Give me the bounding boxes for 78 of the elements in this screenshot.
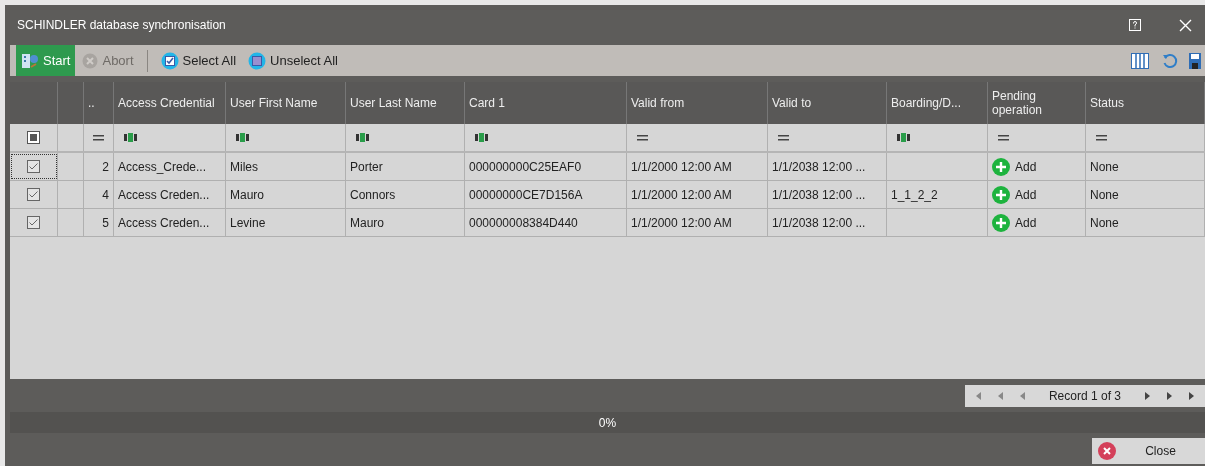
text-filter-icon bbox=[356, 133, 370, 142]
text-filter-icon bbox=[236, 133, 250, 142]
table-cell-text: Access Creden... bbox=[118, 214, 210, 232]
table-cell-text: None bbox=[1090, 186, 1119, 204]
column-header[interactable]: Pending operation bbox=[992, 89, 1081, 117]
table-cell-text: Add bbox=[1015, 186, 1037, 204]
equals-icon bbox=[998, 134, 1009, 141]
column-header[interactable]: Card 1 bbox=[469, 96, 506, 110]
close-icon bbox=[1178, 18, 1192, 32]
table-cell-text: Add bbox=[1015, 214, 1037, 232]
table-cell-text: Mauro bbox=[230, 186, 264, 204]
plus-circle-icon bbox=[992, 185, 1010, 204]
question-icon bbox=[1129, 19, 1141, 31]
table-row[interactable]: 4 Access Creden... Mauro Connors 00000000CE7D156A 1/1/2000 12:00 AM 1/1/2038 12:00 ... 1_1_2_2 Add None bbox=[10, 181, 1205, 209]
progress-reading: 0% bbox=[598, 414, 617, 432]
building-sync-icon bbox=[21, 51, 39, 70]
save-icon bbox=[1189, 52, 1201, 69]
column-header[interactable]: Status bbox=[1090, 96, 1125, 110]
table-row[interactable]: 5 Access Creden... Levine Mauro 000000008384D440 1/1/2000 12:00 AM 1/1/2038 12:00 ... Add None bbox=[10, 209, 1205, 237]
empty-box-icon bbox=[248, 51, 267, 70]
columns-icon bbox=[1131, 52, 1149, 69]
table-cell-text: Porter bbox=[350, 158, 383, 176]
table-cell-text: None bbox=[1090, 158, 1119, 176]
table-cell-text: 1/1/2000 12:00 AM bbox=[631, 186, 732, 204]
table-cell-text: Mauro bbox=[350, 214, 384, 232]
table-row[interactable]: 2 Access_Crede... Miles Porter 000000000C25EAF0 1/1/2000 12:00 AM 1/1/2038 12:00 ... Add None bbox=[10, 153, 1205, 181]
text-filter-icon bbox=[897, 133, 911, 142]
equals-icon bbox=[1096, 134, 1107, 141]
cancel-icon bbox=[1098, 442, 1116, 460]
table-cell-text: Connors bbox=[350, 186, 396, 204]
cancel-icon bbox=[82, 52, 99, 69]
check-icon bbox=[29, 219, 38, 226]
column-header[interactable]: User First Name bbox=[230, 96, 318, 110]
text-filter-icon bbox=[475, 133, 489, 142]
record-counter: Record 1 of 3 bbox=[1048, 387, 1121, 405]
table-cell-text: None bbox=[1090, 214, 1119, 232]
table-cell-text: 1/1/2038 12:00 ... bbox=[772, 158, 866, 176]
table-cell-text: Access_Crede... bbox=[118, 158, 207, 176]
text-filter-icon bbox=[124, 133, 138, 142]
table-cell-text: 4 bbox=[102, 186, 109, 204]
select-button[interactable]: Select All bbox=[155, 45, 242, 76]
column-header[interactable]: Valid to bbox=[772, 96, 812, 110]
column-header[interactable]: Boarding/D... bbox=[891, 96, 962, 110]
equals-icon bbox=[637, 134, 648, 141]
table-cell-text: 00000000CE7D156A bbox=[469, 186, 583, 204]
row-checkbox[interactable] bbox=[27, 188, 40, 201]
checked-box-icon bbox=[160, 51, 179, 70]
equals-icon bbox=[778, 134, 789, 141]
column-header[interactable]: .. bbox=[88, 96, 95, 110]
check-icon bbox=[29, 163, 38, 170]
plus-circle-icon bbox=[992, 157, 1010, 176]
table-cell-text: Access Creden... bbox=[118, 186, 210, 204]
table-cell-text: 1_1_2_2 bbox=[891, 186, 938, 204]
plus-circle-icon bbox=[992, 213, 1010, 232]
table-cell-text: 000000000C25EAF0 bbox=[469, 158, 582, 176]
select-all-checkbox[interactable] bbox=[27, 131, 40, 144]
table-cell-text: 5 bbox=[102, 214, 109, 232]
check-icon bbox=[29, 191, 38, 198]
column-header[interactable]: Valid from bbox=[631, 96, 685, 110]
column-header[interactable]: User Last Name bbox=[350, 96, 437, 110]
table-cell-text: 1/1/2000 12:00 AM bbox=[631, 158, 732, 176]
table-cell-text: 000000008384D440 bbox=[469, 214, 578, 232]
equals-icon bbox=[93, 134, 104, 141]
row-checkbox[interactable] bbox=[27, 160, 40, 173]
table-cell-text: 1/1/2000 12:00 AM bbox=[631, 214, 732, 232]
table-cell-text: 2 bbox=[102, 158, 109, 176]
table-cell-text: Miles bbox=[230, 158, 258, 176]
unselect-button[interactable]: Unselect All bbox=[243, 45, 343, 76]
refresh-icon bbox=[1162, 52, 1178, 69]
table-cell-text: Levine bbox=[230, 214, 266, 232]
start-button[interactable]: Start bbox=[16, 45, 76, 76]
row-checkbox[interactable] bbox=[27, 216, 40, 229]
table-cell-text: Add bbox=[1015, 158, 1037, 176]
close-button[interactable]: Close bbox=[1092, 438, 1205, 464]
table-cell-text: 1/1/2038 12:00 ... bbox=[772, 186, 866, 204]
column-header[interactable]: Access Credential bbox=[118, 96, 215, 110]
table-cell-text: 1/1/2038 12:00 ... bbox=[772, 214, 866, 232]
window-title: SCHINDLER database synchronisation bbox=[17, 17, 227, 34]
